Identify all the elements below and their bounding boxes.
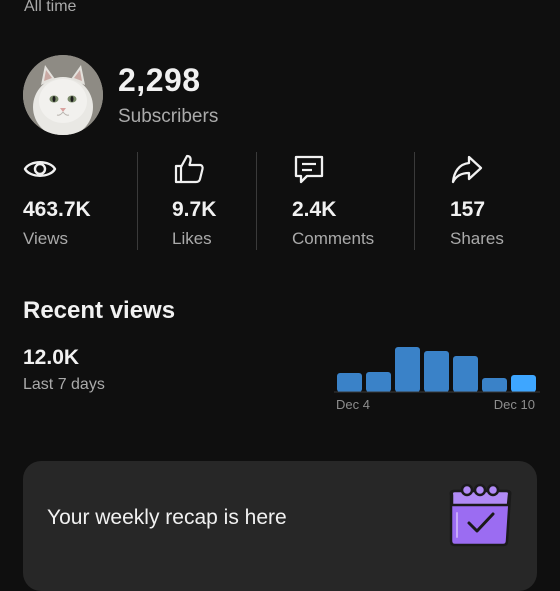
comment-icon: [294, 155, 324, 184]
subscriber-count: 2,298: [118, 62, 201, 98]
recent-views-period: Last 7 days: [23, 376, 105, 393]
subscriber-label: Subscribers: [118, 106, 219, 127]
bar-chart-svg: Dec 4 Dec 10: [334, 347, 540, 412]
chart-bar: [511, 375, 536, 392]
thumbs-up-icon: [174, 154, 204, 184]
calendar-check-icon: [449, 483, 512, 547]
chart-bar: [395, 347, 420, 392]
eye-icon: [23, 161, 57, 177]
time-period-label: All time: [24, 0, 77, 15]
stats-row: 463.7K Views 9.7K Likes 2.4K Comments 15…: [0, 150, 560, 254]
chart-bar: [337, 373, 362, 392]
stat-value: 9.7K: [172, 198, 217, 221]
stat-value: 463.7K: [23, 198, 91, 221]
cat-photo-icon: [23, 55, 103, 135]
stat-divider: [137, 152, 138, 250]
stat-label: Views: [23, 229, 69, 248]
stat-value: 157: [450, 198, 486, 221]
chart-bar: [366, 372, 391, 392]
chart-x-start-label: Dec 4: [336, 397, 370, 412]
stat-label: Shares: [450, 229, 504, 248]
stat-divider: [414, 152, 415, 250]
recent-views-value: 12.0K: [23, 346, 80, 369]
recap-title: Your weekly recap is here: [47, 506, 287, 529]
channel-avatar[interactable]: [23, 55, 103, 135]
weekly-recap-card[interactable]: Your weekly recap is here: [23, 461, 537, 591]
chart-bar: [453, 356, 478, 392]
chart-x-end-label: Dec 10: [494, 397, 535, 412]
stat-label: Comments: [292, 229, 375, 248]
stat-value: 2.4K: [292, 198, 337, 221]
share-icon: [451, 155, 483, 184]
recent-views-chart[interactable]: Dec 4 Dec 10: [334, 340, 540, 418]
chart-bar: [424, 351, 449, 392]
recent-views-title: Recent views: [23, 297, 176, 324]
stat-divider: [256, 152, 257, 250]
stat-label: Likes: [172, 229, 212, 248]
chart-bar: [482, 378, 507, 392]
